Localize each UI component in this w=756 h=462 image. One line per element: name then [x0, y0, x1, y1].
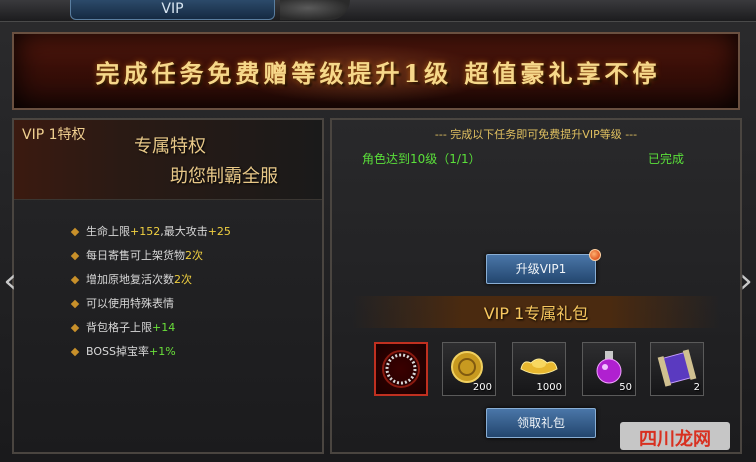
- item-slot-scroll[interactable]: 2: [650, 342, 704, 396]
- perk-text: 背包格子上限: [86, 321, 152, 334]
- gift-pack-title: VIP 1专属礼包: [483, 304, 589, 323]
- perk-value: 2次: [174, 273, 192, 286]
- perk-text: 每日寄售可上架货物: [86, 249, 185, 262]
- list-item: 背包格子上限+14: [70, 316, 231, 340]
- previous-arrow-icon[interactable]: ‹: [0, 258, 20, 304]
- tab-vip[interactable]: VIP: [70, 0, 275, 20]
- perk-value: +1%: [148, 345, 176, 358]
- diamond-bullet-icon: [70, 347, 80, 357]
- list-item: 生命上限+152,最大攻击+25: [70, 220, 231, 244]
- next-arrow-icon[interactable]: ›: [736, 258, 756, 304]
- item-slot-gold-ingot[interactable]: 1000: [512, 342, 566, 396]
- item-slot-ring[interactable]: [374, 342, 428, 396]
- ring-icon: [382, 350, 420, 388]
- perk-text-2: ,最大攻击: [160, 225, 208, 238]
- perk-text: BOSS掉宝率: [86, 345, 149, 358]
- item-slot-potion[interactable]: 50: [582, 342, 636, 396]
- ornament-icon: [280, 0, 350, 20]
- promo-banner: 完成任务免费赠等级提升1级 超值豪礼享不停: [12, 32, 740, 110]
- item-slot-coin[interactable]: 200: [442, 342, 496, 396]
- perk-text: 增加原地复活次数: [86, 273, 174, 286]
- claim-gift-button[interactable]: 领取礼包: [486, 408, 596, 438]
- task-title: --- 完成以下任务即可免费提升VIP等级 ---: [434, 128, 638, 141]
- item-quantity: 50: [619, 382, 632, 393]
- perk-value: 2次: [185, 249, 203, 262]
- diamond-bullet-icon: [70, 275, 80, 285]
- upgrade-vip-button[interactable]: 升级VIP1: [486, 249, 601, 284]
- notification-dot-icon: [589, 249, 601, 261]
- diamond-bullet-icon: [70, 299, 80, 309]
- diamond-bullet-icon: [70, 251, 80, 261]
- perk-text: 生命上限: [86, 225, 130, 238]
- upgrade-button-label: 升级VIP1: [515, 262, 567, 276]
- claim-button-label: 领取礼包: [516, 416, 565, 430]
- slogan-line-1: 专属特权: [134, 136, 206, 157]
- vip-privileges-panel: VIP 1特权 专属特权 助您制霸全服 生命上限+152,最大攻击+25 每日寄…: [12, 118, 324, 454]
- vip-level-title: VIP 1特权: [22, 127, 86, 143]
- gift-pack-header: VIP 1专属礼包: [352, 296, 720, 328]
- item-quantity: 1000: [536, 382, 562, 393]
- vip-upgrade-panel: --- 完成以下任务即可免费提升VIP等级 --- 角色达到10级（1/1） 已…: [330, 118, 742, 454]
- item-quantity: 2: [693, 382, 700, 393]
- privileges-header: VIP 1特权 专属特权 助您制霸全服: [14, 120, 322, 200]
- list-item: 可以使用特殊表情: [70, 292, 231, 316]
- perk-text: 可以使用特殊表情: [86, 297, 174, 310]
- diamond-bullet-icon: [70, 323, 80, 333]
- task-description: 角色达到10级（1/1）: [362, 152, 481, 166]
- banner-text: 完成任务免费赠等级提升1级 超值豪礼享不停: [95, 59, 661, 88]
- list-item: 每日寄售可上架货物2次: [70, 244, 231, 268]
- diamond-bullet-icon: [70, 227, 80, 237]
- slogan-line-2: 助您制霸全服: [170, 166, 278, 187]
- item-quantity: 200: [472, 382, 492, 393]
- list-item: 增加原地复活次数2次: [70, 268, 231, 292]
- list-item: BOSS掉宝率+1%: [70, 340, 231, 364]
- perk-value: +152: [130, 225, 161, 238]
- perk-value: +14: [152, 321, 176, 334]
- watermark: 四川龙网: [620, 422, 730, 450]
- watermark-text: 四川龙网: [639, 429, 711, 450]
- task-status: 已完成: [648, 152, 685, 166]
- perk-list: 生命上限+152,最大攻击+25 每日寄售可上架货物2次 增加原地复活次数2次 …: [70, 220, 231, 364]
- perk-value-2: +25: [207, 225, 231, 238]
